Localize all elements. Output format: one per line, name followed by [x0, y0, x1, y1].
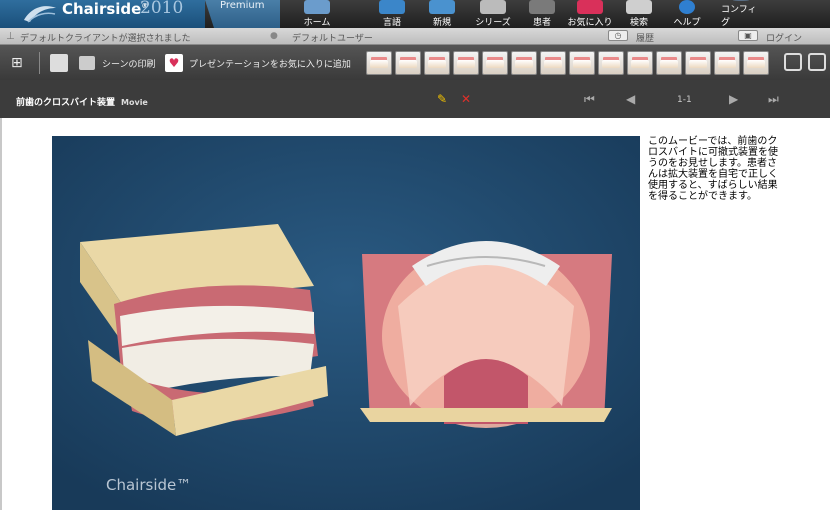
scene-thumbnail[interactable] — [685, 51, 711, 75]
edition-label: Premium — [220, 0, 265, 11]
scene-thumbnail[interactable] — [453, 51, 479, 75]
info-icon[interactable] — [50, 54, 68, 72]
nav-home[interactable]: ホーム — [302, 0, 332, 28]
current-user[interactable]: デフォルトユーザー — [292, 31, 373, 44]
add-favorite-button[interactable]: プレゼンテーションをお気に入りに追加 — [189, 57, 351, 70]
page-indicator: 1-1 — [677, 95, 692, 105]
scene-thumbnail[interactable] — [743, 51, 769, 75]
scene-thumbnail[interactable] — [569, 51, 595, 75]
top-navigation-bar: Chairside® 2010 Premium ホーム 言語 新規 シリーズ 患… — [0, 0, 830, 28]
scene-thumbnail[interactable] — [540, 51, 566, 75]
nav-config[interactable]: コンフィグ — [721, 0, 761, 28]
divider — [39, 52, 40, 74]
login-link[interactable]: ログイン — [766, 31, 802, 44]
globe-icon — [379, 0, 405, 14]
scene-title: 前歯のクロスバイト装置 Movie — [16, 98, 148, 108]
scene-thumbnail[interactable] — [395, 51, 421, 75]
delete-icon[interactable]: ✕ — [461, 92, 471, 106]
scene-thumbnail[interactable] — [366, 51, 392, 75]
user-icon: ● — [270, 31, 278, 41]
scene-thumbnail[interactable] — [627, 51, 653, 75]
brand-name: Chairside® — [62, 0, 149, 18]
scene-thumbnail[interactable] — [482, 51, 508, 75]
first-page-icon[interactable]: ⏮ — [584, 92, 595, 107]
chairside-logo-icon — [24, 6, 56, 23]
scene-thumbnail[interactable] — [714, 51, 740, 75]
film-icon — [480, 0, 506, 14]
scene-toolbar: ⊞ シーンの印刷 ♥ プレゼンテーションをお気に入りに追加 — [0, 45, 830, 80]
print-scene-button[interactable]: シーンの印刷 — [102, 57, 156, 70]
brand-year: 2010 — [140, 0, 184, 18]
heart-icon[interactable]: ♥ — [165, 54, 183, 72]
nav-search[interactable]: 検索 — [624, 0, 654, 28]
movie-viewer[interactable] — [52, 136, 640, 510]
heart-icon — [577, 0, 603, 14]
grid-view-icon[interactable]: ⊞ — [11, 54, 29, 72]
nav-language[interactable]: 言語 — [377, 0, 407, 28]
next-page-icon[interactable]: ▶ — [729, 92, 738, 106]
history-link[interactable]: 履歴 — [636, 31, 654, 44]
last-page-icon[interactable]: ⏭ — [768, 92, 779, 107]
scene-thumbnail[interactable] — [511, 51, 537, 75]
clock-icon[interactable]: ◷ — [608, 30, 628, 41]
nav-new[interactable]: 新規 — [427, 0, 457, 28]
scene-thumbnail[interactable] — [598, 51, 624, 75]
print-icon[interactable] — [79, 56, 95, 70]
new-document-icon — [429, 0, 455, 14]
patient-icon — [529, 0, 555, 14]
logo-area: Chairside® 2010 — [0, 0, 205, 28]
watermark: Chairside™ — [106, 476, 192, 494]
help-icon — [679, 0, 695, 14]
edit-icon[interactable]: ✎ — [437, 92, 447, 106]
scene-thumbnail[interactable] — [656, 51, 682, 75]
nav-favorites[interactable]: お気に入り — [565, 0, 615, 28]
gear-icon — [733, 0, 749, 1]
lock-icon[interactable]: ▣ — [738, 30, 758, 41]
tooth-home-icon — [304, 0, 330, 14]
nav-patient[interactable]: 患者 — [527, 0, 557, 28]
pin-icon: ⊥ — [6, 31, 15, 42]
status-bar: ⊥ デフォルトクライアントが選択されました ● デフォルトユーザー ◷ 履歴 ▣… — [0, 28, 830, 45]
presentation-mode-icon[interactable] — [808, 53, 826, 71]
left-border — [0, 118, 2, 510]
scene-thumbnail[interactable] — [424, 51, 450, 75]
client-status: デフォルトクライアントが選択されました — [20, 34, 191, 44]
scene-title-bar: 前歯のクロスバイト装置 Movie ✎ ✕ ⏮ ◀ 1-1 ▶ ⏭ — [0, 80, 830, 118]
scene-description: このムービーでは、前歯のクロスバイトに可撤式装置を使うのをお見せします。患者さん… — [648, 136, 778, 202]
nav-series[interactable]: シリーズ — [474, 0, 512, 28]
search-icon — [626, 0, 652, 14]
previous-page-icon[interactable]: ◀ — [626, 92, 635, 106]
scene-type: Movie — [121, 98, 148, 107]
nav-help[interactable]: ヘルプ — [670, 0, 704, 28]
fullscreen-icon[interactable] — [784, 53, 802, 71]
dental-appliance-illustration — [52, 136, 640, 510]
